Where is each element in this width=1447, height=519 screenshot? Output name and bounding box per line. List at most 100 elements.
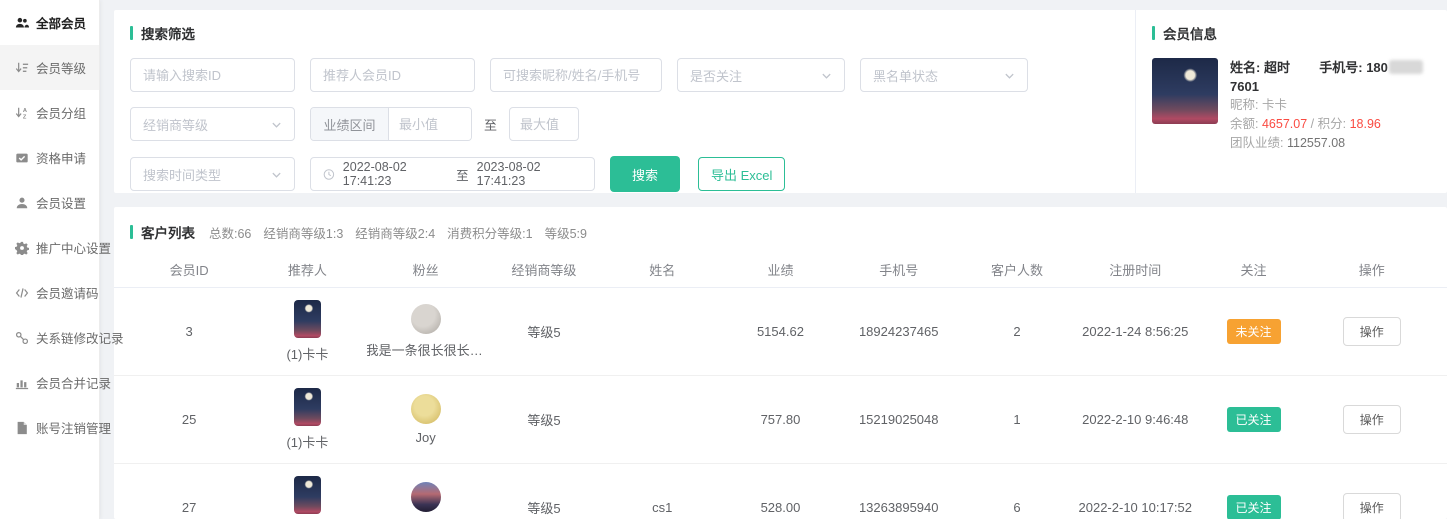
row-action-button[interactable]: 操作 <box>1343 405 1401 434</box>
sidebar-item-qualification[interactable]: 资格申请 <box>0 135 99 180</box>
follow-status-badge: 已关注 <box>1227 495 1281 519</box>
sales-min-input[interactable] <box>389 108 471 140</box>
filter-row-1: 是否关注 黑名单状态 <box>130 58 1119 92</box>
main-content: 搜索筛选 是否关注 黑名单状态 经销商等级 <box>101 0 1447 519</box>
member-info-lines: 姓名: 超时 手机号: 1807601 昵称: 卡卡 余额: 4657.07 / <box>1230 58 1433 153</box>
users-icon <box>15 16 29 30</box>
col-follow: 关注 <box>1194 260 1312 279</box>
stat-level-5: 等级5:9 <box>545 223 587 242</box>
sidebar-item-relation-log[interactable]: 关系链修改记录 <box>0 315 99 360</box>
member-phone-label: 手机号: <box>1319 60 1362 75</box>
chevron-down-icon <box>1004 70 1015 81</box>
member-team-line: 团队业绩: 112557.08 <box>1230 134 1433 153</box>
sidebar-item-invite-code[interactable]: 会员邀请码 <box>0 270 99 315</box>
clock-icon <box>323 168 335 181</box>
sidebar: 全部会员 会员等级 AZ 会员分组 资格申请 会员设置 推广中心设置 会员邀请码… <box>0 0 100 519</box>
date-start-value: 2022-08-02 17:41:23 <box>343 160 448 188</box>
sidebar-item-label: 会员等级 <box>36 58 86 77</box>
cell-customers: 1 <box>958 412 1076 427</box>
col-referrer: 推荐人 <box>248 260 366 279</box>
member-phone-prefix: 180 <box>1366 60 1388 75</box>
row-action-button[interactable]: 操作 <box>1343 493 1401 519</box>
member-info-title: 会员信息 <box>1152 23 1433 43</box>
member-info-title-text: 会员信息 <box>1163 23 1217 43</box>
date-range-picker[interactable]: 2022-08-02 17:41:23 至 2023-08-02 17:41:2… <box>310 157 595 191</box>
date-end-value: 2023-08-02 17:41:23 <box>477 160 582 188</box>
sort-alpha-icon: AZ <box>15 106 29 120</box>
member-team-label: 团队业绩: <box>1230 136 1283 150</box>
follow-status-badge: 未关注 <box>1227 319 1281 344</box>
member-balance-label: 余额: <box>1230 117 1258 131</box>
accent-bar <box>130 26 133 40</box>
chevron-down-icon <box>821 70 832 81</box>
cell-member-id: 3 <box>130 324 248 339</box>
col-sales: 业绩 <box>721 260 839 279</box>
time-type-select-label: 搜索时间类型 <box>143 165 271 184</box>
cell-dealer-level: 等级5 <box>485 322 603 341</box>
sidebar-item-label: 资格申请 <box>36 148 86 167</box>
range-to-label: 至 <box>484 115 497 134</box>
sort-level-icon <box>15 61 29 75</box>
row-action-button[interactable]: 操作 <box>1343 317 1401 346</box>
sidebar-item-all-members[interactable]: 全部会员 <box>0 0 99 45</box>
follow-status-select[interactable]: 是否关注 <box>677 58 845 92</box>
member-info-section: 会员信息 姓名: 超时 手机号: 1807601 昵称: 卡卡 <box>1135 10 1447 193</box>
search-filter-section: 搜索筛选 是否关注 黑名单状态 经销商等级 <box>114 10 1135 193</box>
stat-dealer-level-2: 经销商等级2:4 <box>355 223 435 242</box>
referrer-avatar <box>294 476 321 514</box>
chevron-down-icon <box>271 119 282 130</box>
dealer-level-select[interactable]: 经销商等级 <box>130 107 295 141</box>
referrer-avatar <box>294 300 321 338</box>
member-balance-value: 4657.07 <box>1262 117 1307 131</box>
accent-bar <box>1152 26 1155 40</box>
cell-phone: 18924237465 <box>840 324 958 339</box>
dealer-level-select-label: 经销商等级 <box>143 115 271 134</box>
member-points-label: 积分: <box>1318 117 1346 131</box>
referrer-id-input[interactable] <box>310 58 475 92</box>
time-type-select[interactable]: 搜索时间类型 <box>130 157 295 191</box>
cell-dealer-level: 等级5 <box>485 498 603 517</box>
stat-points-level: 消费积分等级:1 <box>447 223 532 242</box>
member-nickname-value: 卡卡 <box>1262 98 1287 112</box>
sidebar-item-promotion-settings[interactable]: 推广中心设置 <box>0 225 99 270</box>
sidebar-item-merge-log[interactable]: 会员合并记录 <box>0 360 99 405</box>
member-avatar <box>1152 58 1218 124</box>
sidebar-item-member-group[interactable]: AZ 会员分组 <box>0 90 99 135</box>
col-fan: 粉丝 <box>367 260 485 279</box>
fan-name: 我是一条很长很长很... <box>367 340 485 359</box>
blacklist-status-select-label: 黑名单状态 <box>873 66 1004 85</box>
folder-check-icon <box>15 151 29 165</box>
sidebar-item-member-settings[interactable]: 会员设置 <box>0 180 99 225</box>
blacklist-status-select[interactable]: 黑名单状态 <box>860 58 1028 92</box>
search-filter-title-text: 搜索筛选 <box>141 23 195 43</box>
phone-redaction-blur <box>1389 60 1423 74</box>
customer-list-card: 客户列表 总数:66 经销商等级1:3 经销商等级2:4 消费积分等级:1 等级… <box>114 207 1447 519</box>
sidebar-item-label: 关系链修改记录 <box>36 328 124 347</box>
cell-customers: 2 <box>958 324 1076 339</box>
customer-list-title: 客户列表 <box>130 222 195 242</box>
search-id-input[interactable] <box>130 58 295 92</box>
top-card: 搜索筛选 是否关注 黑名单状态 经销商等级 <box>114 10 1447 193</box>
col-action: 操作 <box>1313 260 1431 279</box>
sidebar-item-member-level[interactable]: 会员等级 <box>0 45 99 90</box>
col-phone: 手机号 <box>840 260 958 279</box>
separator: / <box>1311 117 1314 131</box>
sidebar-item-label: 账号注销管理 <box>36 418 111 437</box>
referrer-name: (1)卡卡 <box>286 344 328 363</box>
date-separator: 至 <box>456 165 469 184</box>
member-info-body: 姓名: 超时 手机号: 1807601 昵称: 卡卡 余额: 4657.07 / <box>1152 58 1433 153</box>
keyword-input[interactable] <box>490 58 662 92</box>
sidebar-item-account-cancel[interactable]: 账号注销管理 <box>0 405 99 450</box>
member-team-value: 112557.08 <box>1287 136 1345 150</box>
cell-register-time: 2022-2-10 10:17:52 <box>1076 500 1194 515</box>
cell-phone: 13263895940 <box>840 500 958 515</box>
cell-sales: 528.00 <box>721 500 839 515</box>
member-nickname-line: 昵称: 卡卡 <box>1230 96 1433 115</box>
search-button[interactable]: 搜索 <box>610 156 680 192</box>
fan-cell: Joy <box>367 394 485 445</box>
sales-max-input[interactable] <box>509 107 579 141</box>
chart-icon <box>15 376 29 390</box>
col-dealer-level: 经销商等级 <box>485 260 603 279</box>
member-balance-line: 余额: 4657.07 / 积分: 18.96 <box>1230 115 1433 134</box>
export-excel-button[interactable]: 导出 Excel <box>698 157 785 191</box>
